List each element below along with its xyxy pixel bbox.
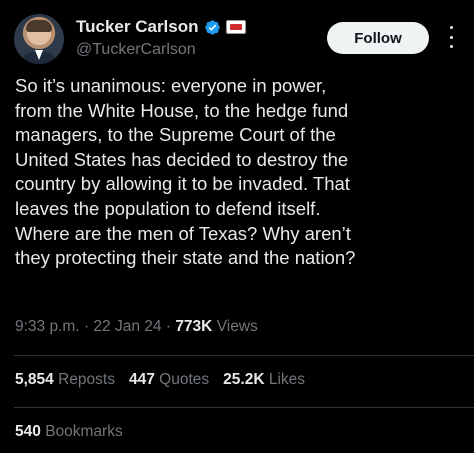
more-dot xyxy=(449,26,453,29)
bookmarks-count: 540 xyxy=(15,423,41,440)
tweet-text-line: Where are the men of Texas? Why aren’t xyxy=(15,222,351,244)
meta-separator: · xyxy=(83,318,90,335)
meta-separator: · xyxy=(165,318,171,335)
likes-count: 25.2K xyxy=(223,371,265,388)
tweet-text-line: United States has decided to destroy the xyxy=(15,148,349,170)
avatar[interactable] xyxy=(14,14,64,64)
divider xyxy=(14,407,474,408)
tweet-text: So it’s unanimous: everyone in power, fr… xyxy=(15,74,465,271)
verified-badge-icon xyxy=(204,20,220,34)
likes-label: Likes xyxy=(268,371,306,388)
tweet-date[interactable]: 22 Jan 24 xyxy=(93,318,161,335)
quotes-count: 447 xyxy=(128,371,155,388)
tweet-card: Tucker Carlson @TuckerCarlson Follow So … xyxy=(0,0,474,453)
likes-stat[interactable]: 25.2K Likes xyxy=(223,371,305,389)
bookmarks-stat[interactable]: 540 Bookmarks xyxy=(15,423,123,441)
follow-button[interactable]: Follow xyxy=(327,22,429,54)
reposts-label: Reposts xyxy=(58,371,115,388)
tweet-text-line: country by allowing it to be invaded. Th… xyxy=(15,173,350,195)
author-display-name[interactable]: Tucker Carlson xyxy=(76,17,199,37)
tweet-meta: 9:33 p.m. · 22 Jan 24 · 773K Views xyxy=(15,318,258,336)
bookmarks-label: Bookmarks xyxy=(45,423,123,440)
quotes-label: Quotes xyxy=(159,371,210,388)
more-dot xyxy=(449,45,453,48)
tweet-text-line: So it’s unanimous: everyone in power, xyxy=(15,75,327,96)
author-handle[interactable]: @TuckerCarlson xyxy=(76,41,196,59)
quotes-stat[interactable]: 447 Quotes xyxy=(129,371,209,389)
views-label: Views xyxy=(216,318,258,335)
engagement-stats: 5,854 Reposts 447 Quotes 25.2K Likes xyxy=(15,371,305,389)
tweet-text-line: managers, to the Supreme Court of the xyxy=(15,124,336,146)
views-count[interactable]: 773K xyxy=(175,318,212,335)
divider xyxy=(14,355,474,356)
more-options-icon[interactable] xyxy=(445,26,457,48)
tweet-time[interactable]: 9:33 p.m. xyxy=(15,318,80,335)
avatar-hair xyxy=(26,20,52,32)
tweet-text-line: they protecting their state and the nati… xyxy=(15,247,356,269)
more-dot xyxy=(449,35,453,39)
reposts-stat[interactable]: 5,854 Reposts xyxy=(15,371,115,389)
tweet-text-line: from the White House, to the hedge fund xyxy=(15,99,349,121)
affiliate-badge-icon xyxy=(225,20,246,34)
author-name-row: Tucker Carlson xyxy=(76,17,246,37)
tweet-text-line: leaves the population to defend itself. xyxy=(15,197,321,219)
reposts-count: 5,854 xyxy=(15,371,54,388)
